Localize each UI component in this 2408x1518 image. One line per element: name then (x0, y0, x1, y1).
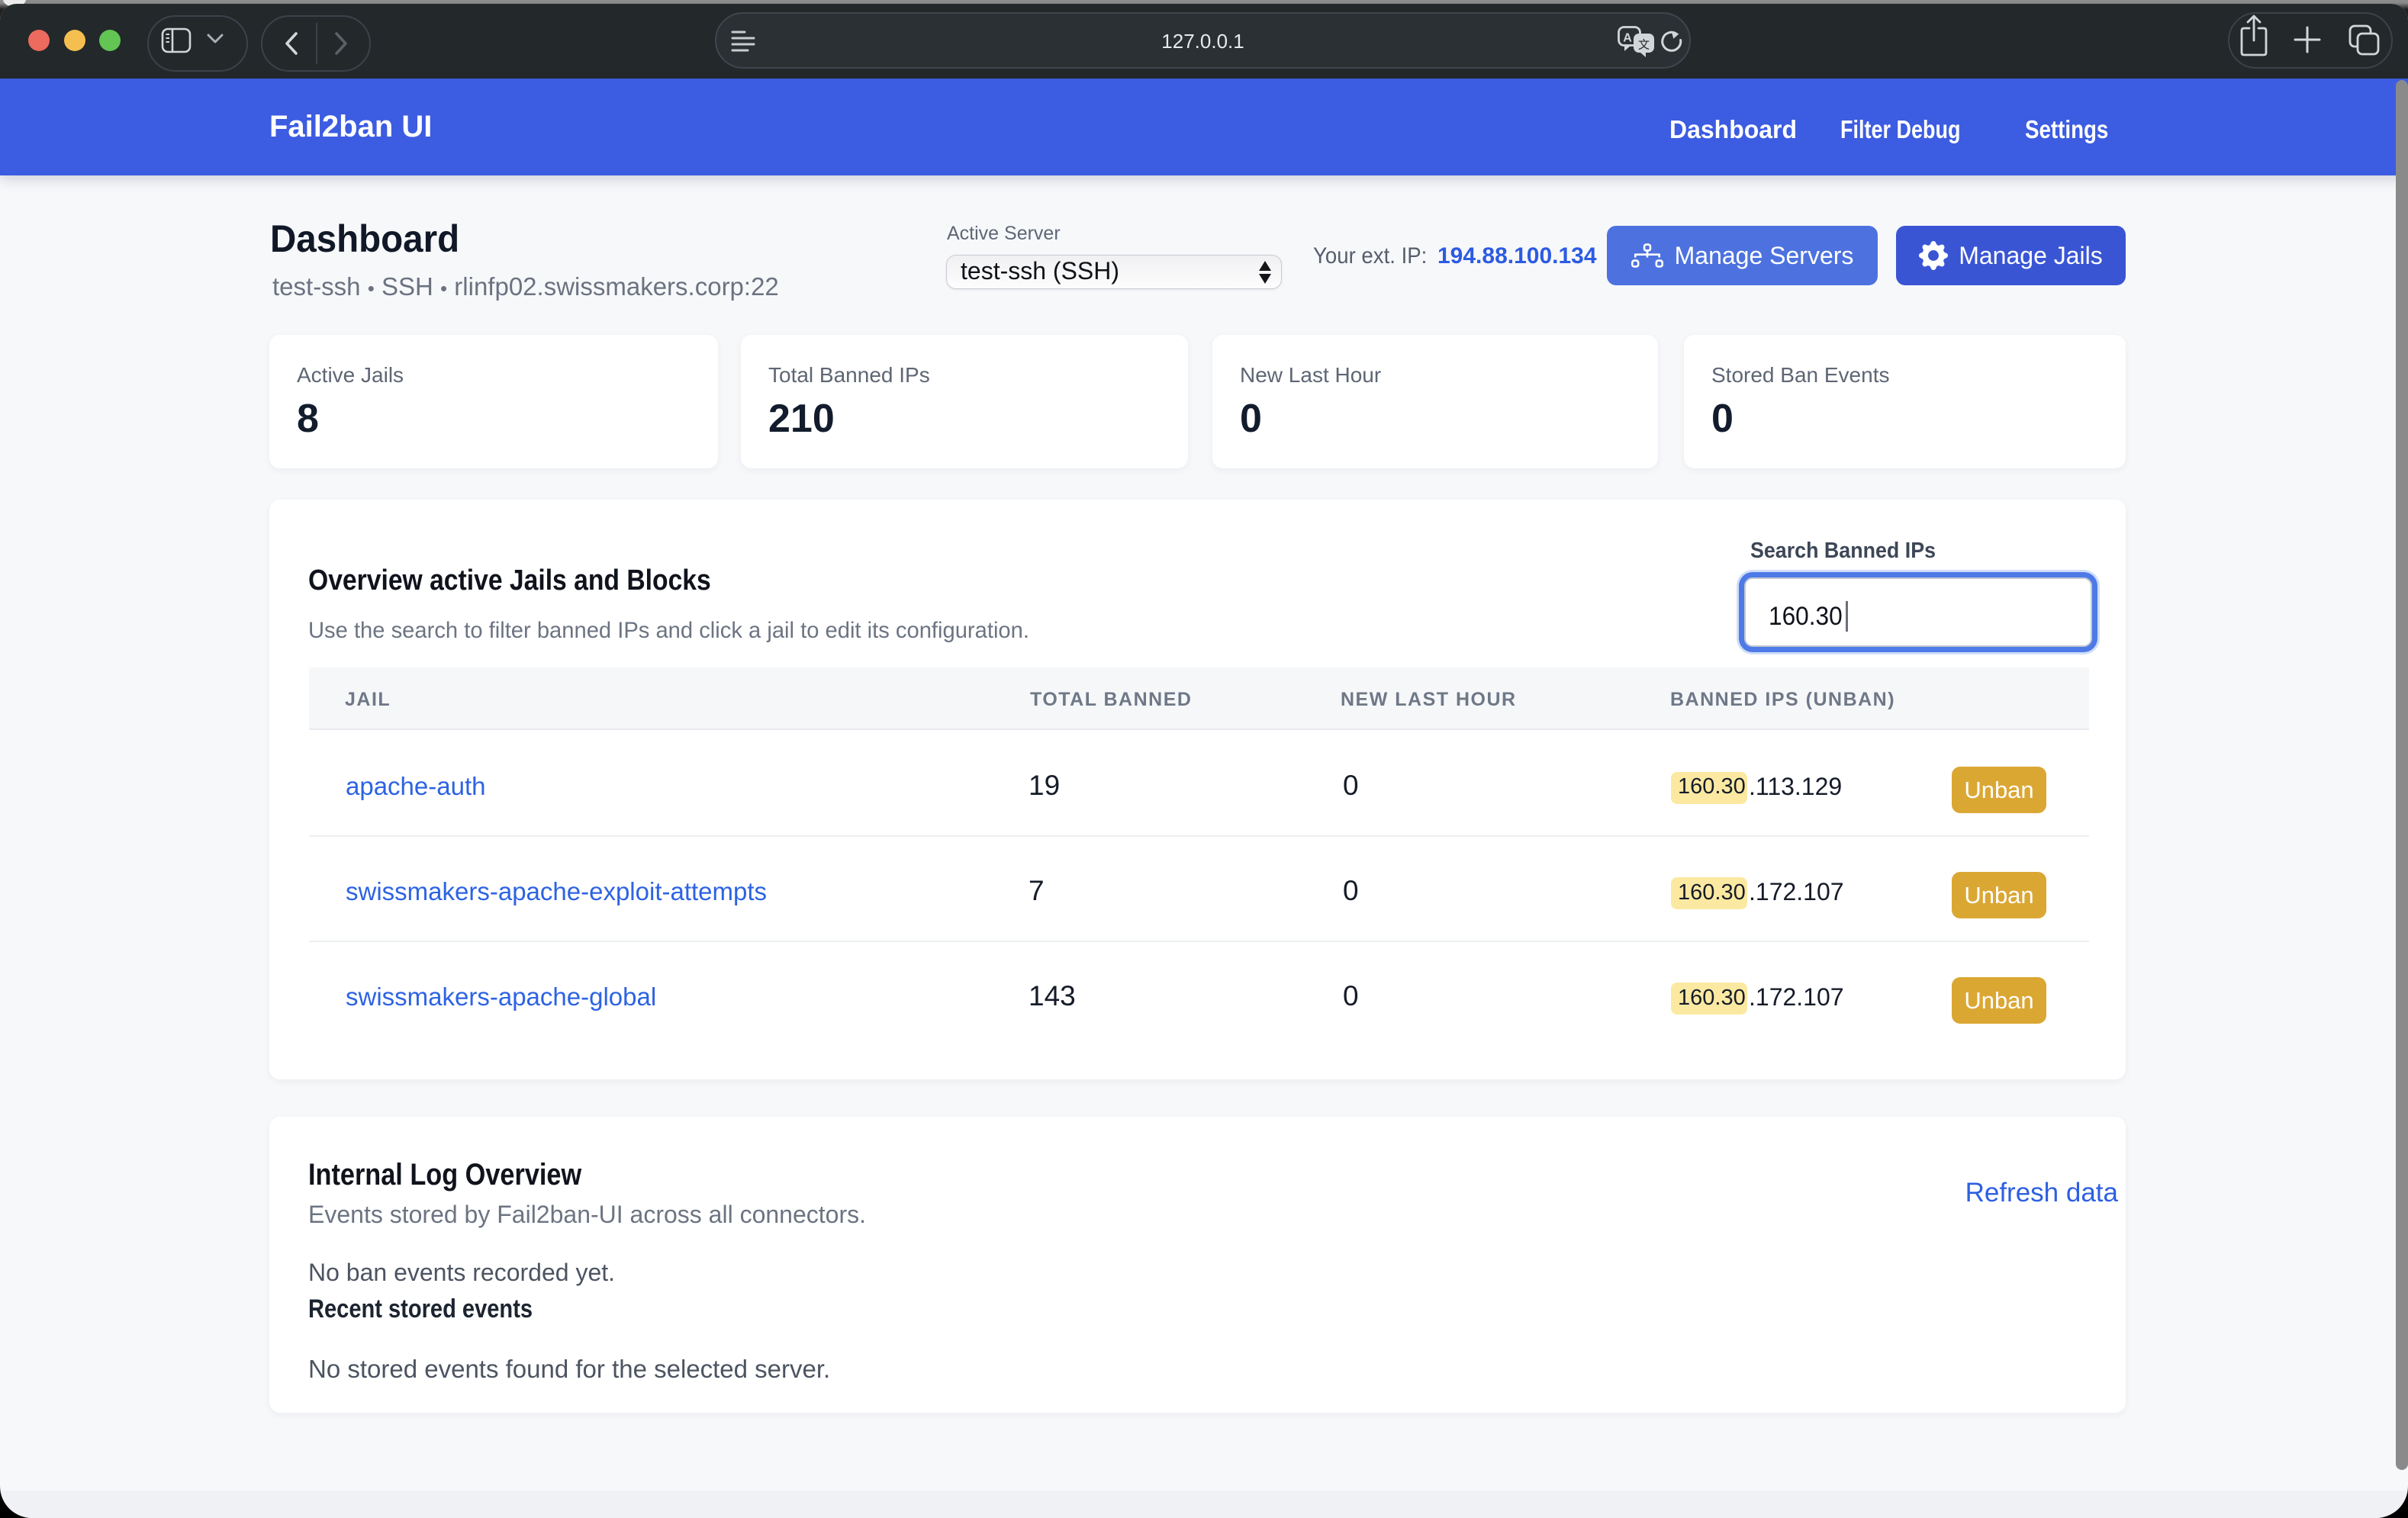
svg-text:A: A (1623, 32, 1632, 45)
svg-text:文: 文 (1638, 39, 1650, 52)
